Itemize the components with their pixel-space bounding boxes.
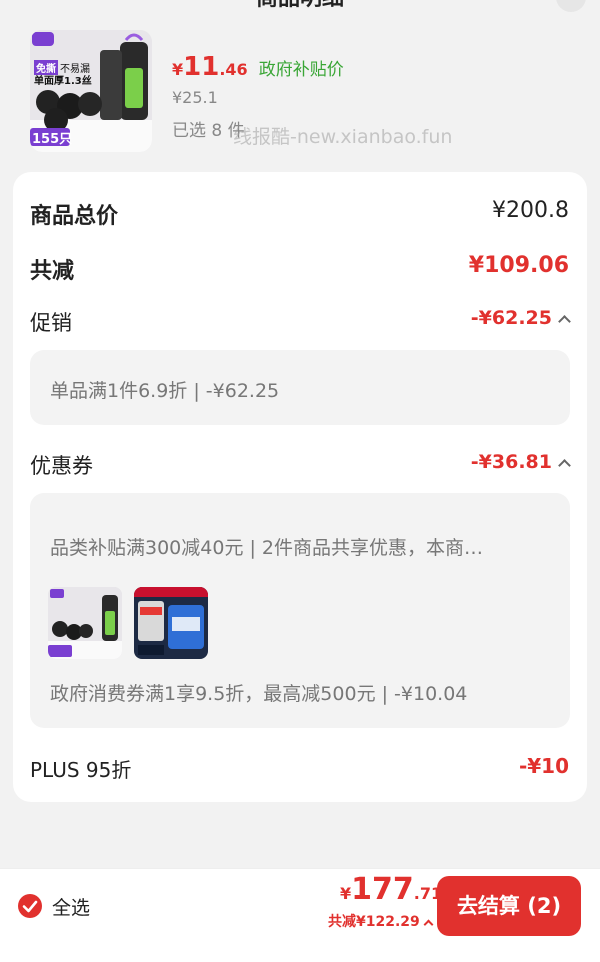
plus-label: PLUS 95折	[30, 758, 132, 782]
watermark: 线报酷-new.xianbao.fun	[233, 126, 453, 148]
plus-value: -¥10	[518, 754, 569, 778]
chevron-up-icon	[558, 459, 571, 472]
checkmark-icon	[22, 900, 38, 913]
pay-amount: ¥177.71	[340, 872, 442, 907]
check-circle-icon[interactable]	[18, 894, 42, 918]
reduce-label: 共减	[30, 259, 75, 284]
original-price: ¥25.1	[172, 88, 218, 107]
coupon-toggle[interactable]: -¥36.81	[470, 451, 571, 473]
total-value: ¥200.8	[492, 198, 569, 223]
coupon-detail-1: 品类补贴满300减40元 | 2件商品共享优惠，本商…	[50, 537, 484, 559]
thumb-count: 155只	[32, 132, 73, 147]
pay-symbol: ¥	[340, 884, 352, 903]
unit-price: ¥11.46 政府补贴价	[172, 52, 344, 82]
price-dec: .46	[219, 60, 248, 79]
promo-label: 促销	[30, 311, 72, 335]
coupon-label: 优惠券	[30, 454, 93, 478]
coupon-detail-2: 政府消费券满1享9.5折，最高减500元 | -¥10.04	[50, 683, 468, 705]
chevron-up-icon	[558, 315, 571, 328]
promo-value: -¥62.25	[470, 307, 552, 329]
chevron-up-icon	[423, 919, 434, 930]
subsidy-tag: 政府补贴价	[258, 60, 344, 80]
select-all-label[interactable]: 全选	[52, 893, 90, 920]
coupon-value: -¥36.81	[470, 451, 552, 473]
product-thumbnail[interactable]: 免撕 不易漏 单面厚1.3丝 155只	[30, 30, 152, 152]
coupon-product-thumb-2[interactable]	[134, 587, 208, 659]
reduce-value: ¥109.06	[468, 253, 569, 278]
total-reduced-toggle[interactable]: 共减¥122.29	[328, 911, 434, 931]
trash-bag-mini-image	[48, 587, 122, 659]
dishwasher-tablet-image	[134, 587, 208, 659]
total-reduced: 共减¥122.29	[328, 914, 420, 930]
promo-detail: 单品满1件6.9折 | -¥62.25	[50, 380, 280, 402]
promo-toggle[interactable]: -¥62.25	[470, 307, 571, 329]
total-label: 商品总价	[30, 204, 119, 229]
price-int: 11	[183, 52, 220, 82]
thumb-line2: 单面厚1.3丝	[34, 76, 92, 87]
price-symbol: ¥	[172, 60, 184, 79]
coupon-product-thumb-1[interactable]	[48, 587, 122, 659]
checkout-button[interactable]: 去结算 (2)	[437, 876, 581, 936]
page-title: 商品明细	[0, 0, 600, 14]
pay-int: 177	[351, 872, 414, 907]
